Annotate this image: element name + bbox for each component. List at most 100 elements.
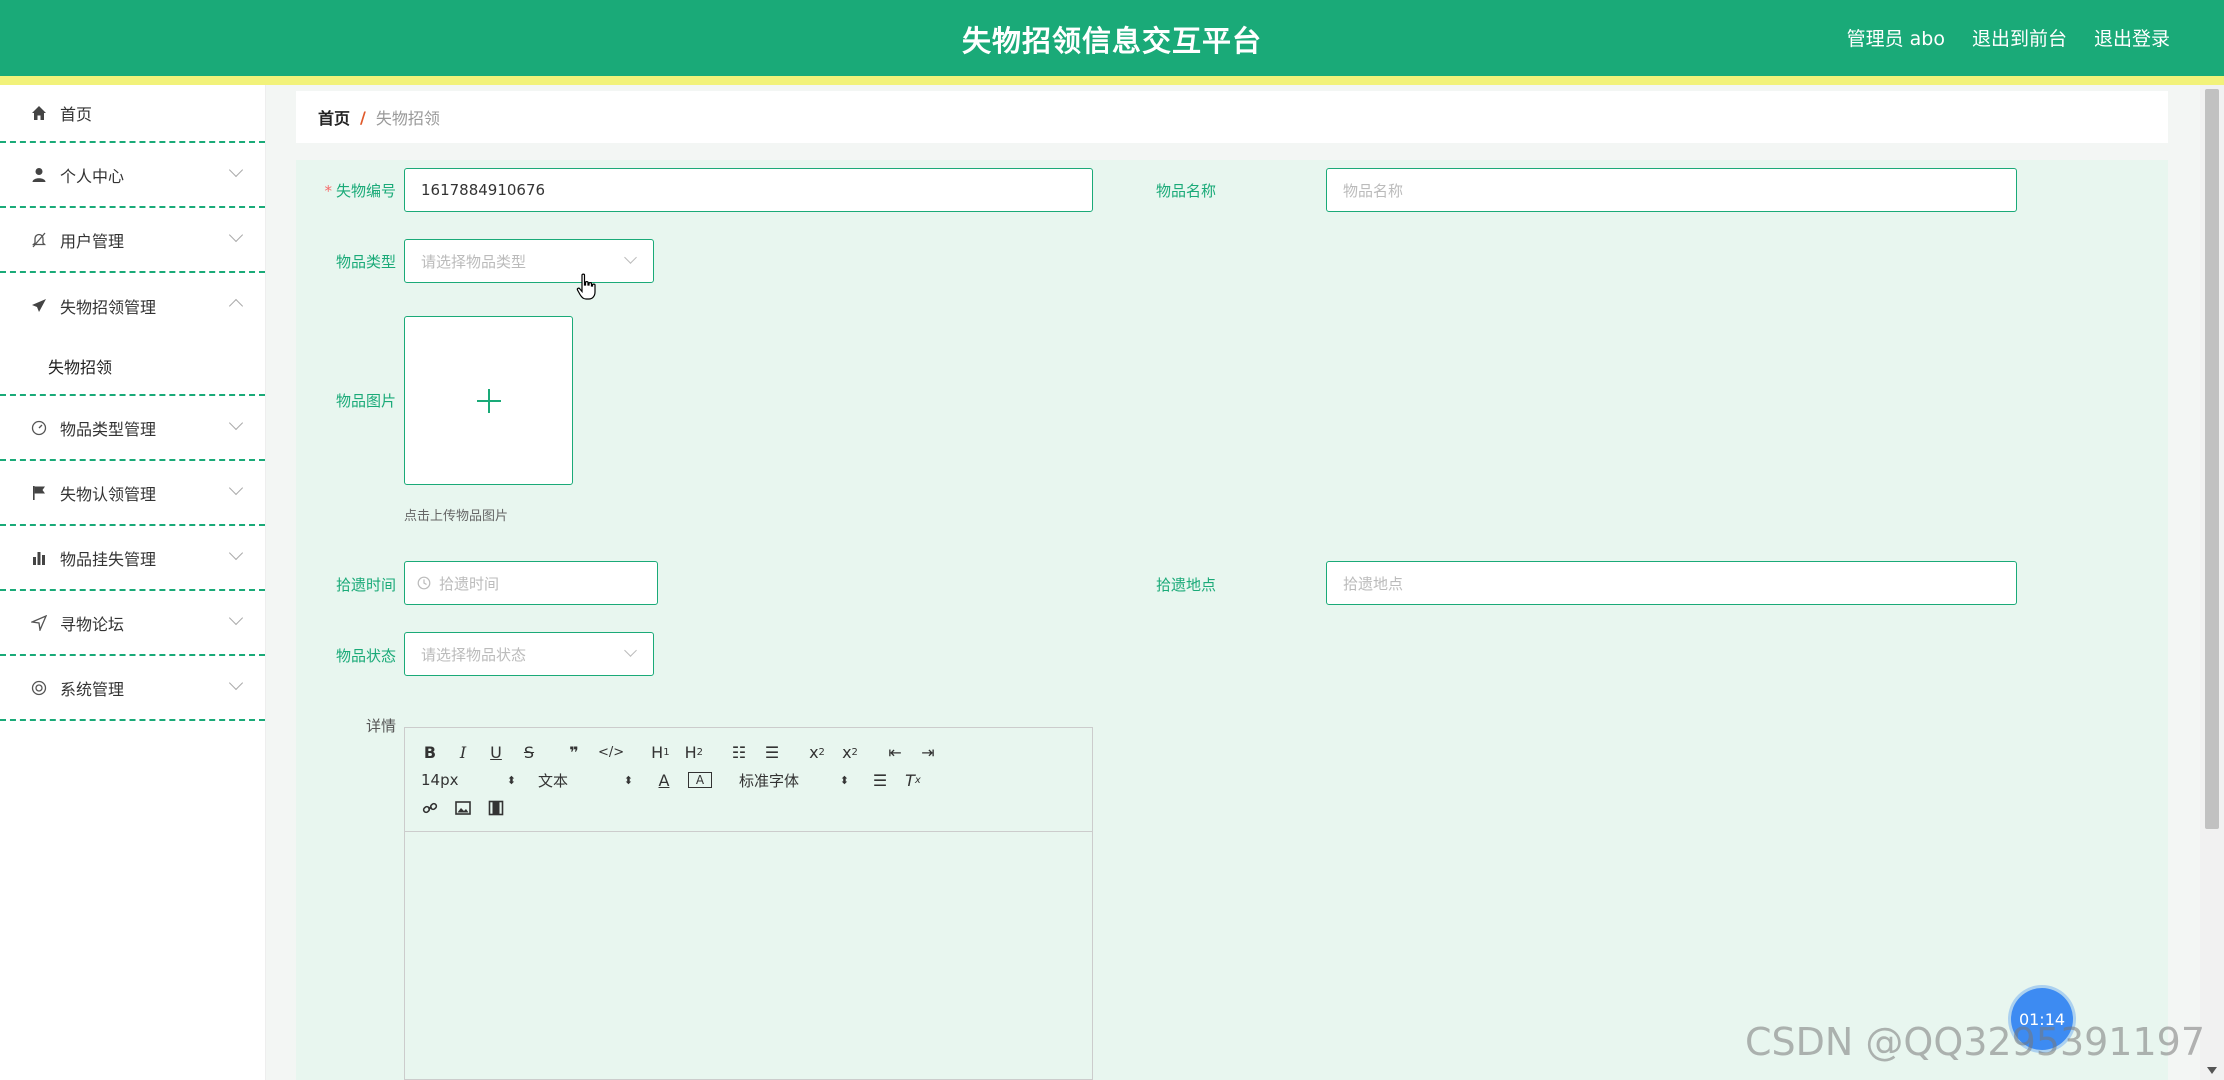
chevron-down-icon: [624, 644, 637, 657]
sidebar-item-loss-report-management[interactable]: 物品挂失管理: [0, 526, 265, 591]
user-icon: [30, 166, 48, 184]
sidebar-item-label: 失物认领管理: [60, 484, 157, 504]
sidebar-item-lost-found-management[interactable]: 失物招领管理: [0, 273, 265, 338]
editor-toolbar: B I U S ❞ </> H1 H2 ☷ ☰ x2 x2 ⇤ ⇥ 14px ⬍…: [405, 728, 1092, 832]
background-color-icon[interactable]: A: [688, 772, 712, 788]
breadcrumb-separator: /: [360, 107, 366, 127]
outdent-icon[interactable]: ⇤: [886, 743, 904, 762]
bullet-list-icon[interactable]: ☰: [763, 743, 781, 762]
updown-icon: ⬍: [623, 773, 633, 787]
to-front-link[interactable]: 退出到前台: [1972, 24, 2067, 51]
superscript-icon[interactable]: x2: [841, 743, 859, 762]
clock-icon: [417, 576, 431, 590]
font-family-value: 标准字体: [739, 771, 800, 790]
sidebar-item-home[interactable]: 首页: [0, 85, 265, 143]
item-status-placeholder: 请选择物品状态: [421, 645, 527, 664]
italic-icon[interactable]: I: [454, 743, 472, 762]
text-color-icon[interactable]: A: [655, 771, 673, 790]
bar-chart-icon: [30, 549, 48, 567]
clear-format-icon[interactable]: Tx: [904, 771, 922, 790]
blockquote-icon[interactable]: ❞: [565, 743, 583, 762]
sidebar-subitem-lost-found[interactable]: 失物招领: [0, 338, 265, 396]
lost-id-value: 1617884910676: [421, 181, 546, 199]
video-icon[interactable]: [487, 800, 505, 816]
upload-hint: 点击上传物品图片: [404, 509, 509, 524]
header-picker[interactable]: 文本 ⬍: [538, 770, 633, 791]
top-header: 失物招领信息交互平台 管理员 abo 退出到前台 退出登录: [0, 0, 2224, 85]
found-time-placeholder: 拾遗时间: [439, 574, 500, 593]
sidebar: 首页 个人中心 用户管理 失物招领管理 失物招领 物品类型管理 失物认领管理 物…: [0, 85, 266, 1080]
chevron-down-icon: [228, 545, 244, 561]
sidebar-item-personal-center[interactable]: 个人中心: [0, 143, 265, 208]
header-2-icon[interactable]: H2: [685, 743, 703, 762]
lost-id-label-text: 失物编号: [335, 182, 396, 200]
font-family-picker[interactable]: 标准字体 ⬍: [739, 770, 849, 791]
rich-text-editor: B I U S ❞ </> H1 H2 ☷ ☰ x2 x2 ⇤ ⇥ 14px ⬍…: [404, 727, 1093, 1080]
subscript-icon[interactable]: x2: [808, 743, 826, 762]
header-1-icon[interactable]: H1: [651, 743, 669, 762]
bold-icon[interactable]: B: [421, 743, 439, 762]
lifebuoy-icon: [30, 679, 48, 697]
found-place-placeholder: 拾遗地点: [1343, 574, 1404, 593]
details-label: 详情: [365, 717, 396, 735]
breadcrumb-home[interactable]: 首页: [318, 105, 350, 129]
indent-icon[interactable]: ⇥: [919, 743, 937, 762]
item-name-input[interactable]: 物品名称: [1326, 168, 2017, 212]
align-icon[interactable]: ☰: [871, 771, 889, 790]
sidebar-item-forum[interactable]: 寻物论坛: [0, 591, 265, 656]
hand-cursor-icon: [576, 273, 596, 300]
scrollbar-thumb[interactable]: [2205, 89, 2219, 829]
chevron-down-icon: [228, 610, 244, 626]
item-type-select[interactable]: 请选择物品类型: [404, 239, 654, 283]
chevron-down-icon: [228, 162, 244, 178]
sidebar-item-claim-management[interactable]: 失物认领管理: [0, 461, 265, 526]
updown-icon: ⬍: [839, 773, 849, 787]
code-block-icon[interactable]: </>: [598, 745, 624, 760]
page-scrollbar[interactable]: [2200, 85, 2224, 1080]
flag-icon: [30, 484, 48, 502]
sidebar-item-user-management[interactable]: 用户管理: [0, 208, 265, 273]
image-icon[interactable]: [454, 801, 472, 815]
breadcrumb: 首页 / 失物招领: [296, 91, 2168, 143]
sidebar-item-label: 个人中心: [60, 166, 125, 186]
chevron-down-icon: [228, 227, 244, 243]
item-type-label: 物品类型: [335, 253, 396, 271]
logout-link[interactable]: 退出登录: [2094, 24, 2170, 51]
sidebar-item-system-management[interactable]: 系统管理: [0, 656, 265, 721]
watermark: CSDN @QQ3295391197: [1745, 1020, 2206, 1064]
sidebar-item-item-type-management[interactable]: 物品类型管理: [0, 396, 265, 461]
navigation-icon: [30, 614, 48, 632]
scroll-down-arrow-icon[interactable]: [2207, 1067, 2217, 1074]
item-image-label: 物品图片: [335, 392, 396, 410]
bell-off-icon: [30, 231, 48, 249]
ordered-list-icon[interactable]: ☷: [730, 743, 748, 762]
sidebar-item-label: 寻物论坛: [60, 614, 125, 634]
item-name-placeholder: 物品名称: [1343, 181, 1404, 200]
found-time-picker[interactable]: 拾遗时间: [404, 561, 658, 605]
lost-id-input[interactable]: 1617884910676: [404, 168, 1093, 212]
found-place-label: 拾遗地点: [1155, 576, 1216, 594]
header-links: 管理员 abo 退出到前台 退出登录: [1847, 24, 2170, 51]
admin-label: 管理员 abo: [1846, 28, 1945, 50]
found-place-input[interactable]: 拾遗地点: [1326, 561, 2017, 605]
font-size-value: 14px: [421, 771, 459, 789]
found-time-label: 拾遗时间: [335, 576, 396, 594]
strike-icon[interactable]: S: [520, 743, 538, 762]
editor-content-area[interactable]: [405, 832, 1092, 1079]
send-icon: [30, 297, 48, 315]
font-size-picker[interactable]: 14px ⬍: [421, 771, 516, 789]
item-status-select[interactable]: 请选择物品状态: [404, 632, 654, 676]
underline-icon[interactable]: U: [487, 743, 505, 762]
main-content: 首页 / 失物招领 * 失物编号 1617884910676 物品名称 物品名称 …: [266, 85, 2200, 1080]
chevron-down-icon: [228, 480, 244, 496]
header-picker-value: 文本: [538, 771, 569, 790]
updown-icon: ⬍: [506, 773, 516, 787]
chevron-up-icon: [228, 298, 244, 314]
sidebar-item-label: 系统管理: [60, 679, 125, 699]
link-icon[interactable]: [421, 800, 439, 816]
lost-id-label: * 失物编号: [296, 180, 396, 201]
sidebar-item-label: 物品类型管理: [60, 419, 157, 439]
image-upload-button[interactable]: [404, 316, 573, 485]
chevron-down-icon: [228, 415, 244, 431]
breadcrumb-current: 失物招领: [375, 109, 440, 128]
